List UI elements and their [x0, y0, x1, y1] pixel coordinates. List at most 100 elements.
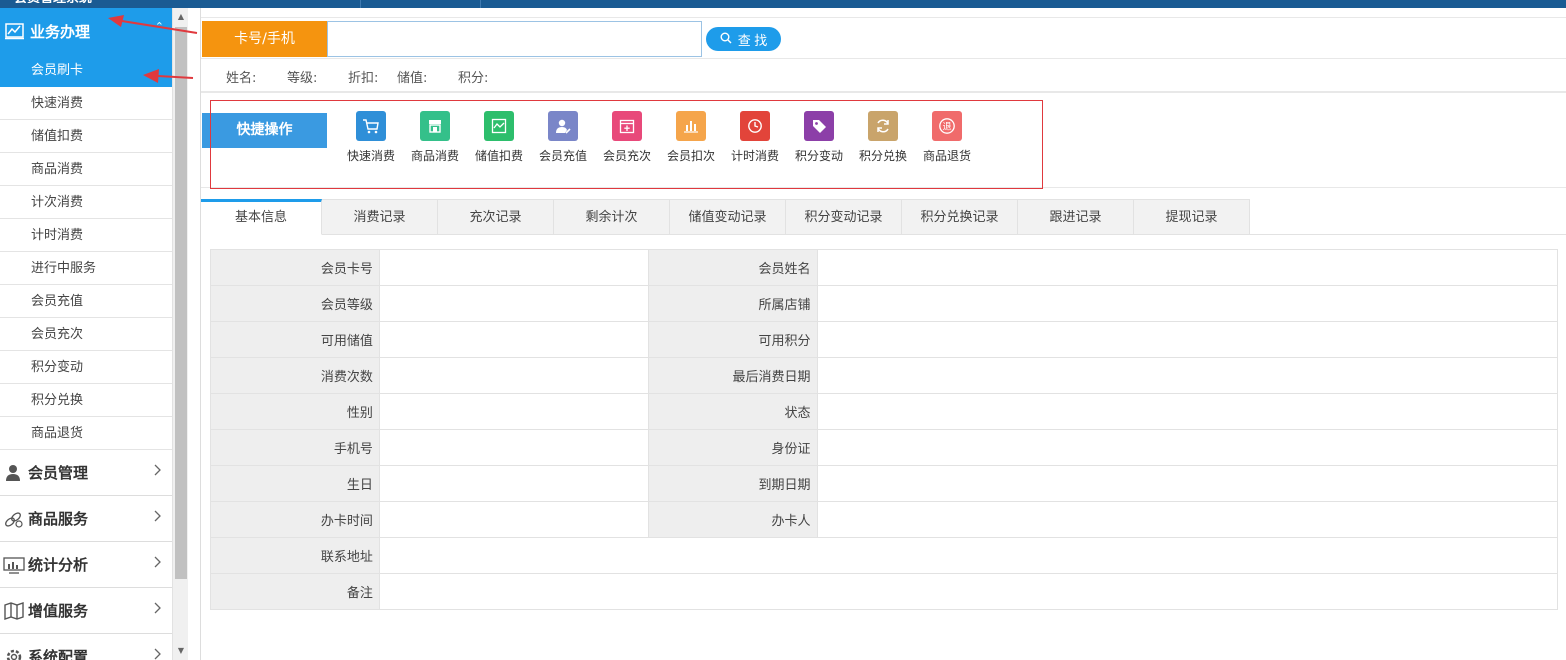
sidebar-section-label: 增值服务: [28, 602, 89, 620]
quick-op-label: 快速消费: [346, 149, 395, 163]
sidebar-section-label: 系统配置: [28, 648, 89, 660]
top-strip: 会员管理系统: [0, 0, 1566, 8]
refresh-icon: [868, 111, 898, 141]
table-row: 办卡时间 办卡人: [210, 501, 1559, 538]
scroll-up-arrow-icon[interactable]: ▲: [173, 10, 189, 24]
sidebar-section-label: 商品服务: [28, 510, 89, 528]
quick-op-points-change[interactable]: 积分变动: [789, 111, 849, 164]
field-value: [816, 321, 1559, 358]
sidebar-item-ongoing-service[interactable]: 进行中服务: [0, 252, 172, 285]
sidebar-item-stored-deduct[interactable]: 储值扣费: [0, 120, 172, 153]
quick-op-timed-consume[interactable]: 计时消费: [725, 111, 785, 164]
quick-op-label: 积分兑换: [858, 149, 907, 163]
sidebar-item-member-recharge[interactable]: 会员充值: [0, 285, 172, 318]
sidebar-item-label: 商品退货: [31, 426, 84, 441]
sidebar-item-points-exchange[interactable]: 积分兑换: [0, 384, 172, 417]
sidebar-item-member-swipe[interactable]: 会员刷卡: [0, 54, 172, 87]
sidebar-item-label: 积分兑换: [31, 393, 84, 408]
sidebar-scrollbar[interactable]: ▲ ▼: [172, 8, 188, 660]
trend-chart-icon: [0, 22, 30, 40]
quick-op-fast-consume[interactable]: 快速消费: [341, 111, 401, 164]
quick-op-goods-consume[interactable]: 商品消费: [405, 111, 465, 164]
field-value: [378, 393, 649, 430]
quick-operations-panel: 快捷操作 快速消费 商品消费 储值扣费 会员充值 会员充次 会员扣次 计时消费 …: [201, 92, 1566, 189]
quick-op-goods-return[interactable]: 退 商品退货: [917, 111, 977, 164]
gear-icon: [0, 648, 28, 660]
sidebar-section-goods-service[interactable]: 商品服务: [0, 496, 172, 542]
field-label: 会员卡号: [210, 249, 380, 286]
field-value: [378, 501, 649, 538]
nav-header-business[interactable]: 业务办理 ⌃: [0, 8, 172, 54]
quick-op-points-exchange[interactable]: 积分兑换: [853, 111, 913, 164]
search-bar: 卡号/手机 查 找: [201, 17, 1566, 59]
table-row: 备注: [210, 573, 1559, 610]
field-value: [378, 249, 649, 286]
tab-follow-up-records[interactable]: 跟进记录: [1018, 199, 1134, 235]
tab-stored-value-records[interactable]: 储值变动记录: [670, 199, 786, 235]
tab-withdraw-records[interactable]: 提现记录: [1134, 199, 1250, 235]
tab-points-exchange-records[interactable]: 积分兑换记录: [902, 199, 1018, 235]
sidebar-section-member-manage[interactable]: 会员管理: [0, 450, 172, 496]
collapse-caret-icon[interactable]: ⌃: [155, 20, 164, 33]
member-points-label: 积分:: [458, 71, 489, 86]
tab-recharge-count-records[interactable]: 充次记录: [438, 199, 554, 235]
chevron-right-icon: [154, 648, 162, 660]
quick-op-label: 会员扣次: [666, 149, 715, 163]
monitor-chart-icon: [0, 556, 28, 574]
quick-op-stored-deduct[interactable]: 储值扣费: [469, 111, 529, 164]
map-icon: [0, 601, 28, 620]
svg-text:退: 退: [942, 122, 951, 133]
sidebar-item-goods-return[interactable]: 商品退货: [0, 417, 172, 450]
field-label: 所属店铺: [647, 285, 818, 322]
search-button-label: 查 找: [737, 32, 768, 48]
tab-consume-records[interactable]: 消费记录: [322, 199, 438, 235]
sidebar-item-quick-consume[interactable]: 快速消费: [0, 87, 172, 120]
table-row: 会员等级 所属店铺: [210, 285, 1559, 322]
field-label: 最后消费日期: [647, 357, 818, 394]
cart-icon: [356, 111, 386, 141]
quick-op-member-recharge-count[interactable]: 会员充次: [597, 111, 657, 164]
card-phone-input[interactable]: [327, 21, 702, 57]
quick-op-member-recharge[interactable]: 会员充值: [533, 111, 593, 164]
table-row: 会员卡号 会员姓名: [210, 249, 1559, 286]
sidebar-item-goods-consume[interactable]: 商品消费: [0, 153, 172, 186]
member-level-label: 等级:: [287, 71, 318, 86]
member-stored-value-label: 储值:: [397, 71, 428, 86]
search-button[interactable]: 查 找: [706, 27, 781, 51]
member-name-label: 姓名:: [226, 71, 257, 86]
field-value: [378, 357, 649, 394]
sidebar-item-count-consume[interactable]: 计次消费: [0, 186, 172, 219]
scroll-down-arrow-icon[interactable]: ▼: [173, 644, 189, 658]
field-label: 可用储值: [210, 321, 380, 358]
tab-basic-info[interactable]: 基本信息: [201, 199, 322, 235]
sidebar-item-label: 计时消费: [31, 228, 84, 243]
table-row: 可用储值 可用积分: [210, 321, 1559, 358]
field-label: 办卡人: [647, 501, 818, 538]
sidebar-item-points-change[interactable]: 积分变动: [0, 351, 172, 384]
sidebar-item-member-recharge-count[interactable]: 会员充次: [0, 318, 172, 351]
main-content: 卡号/手机 查 找 姓名: 等级: 折扣: 储值: 积分: 快捷操作 快速消费 …: [200, 8, 1566, 660]
quick-op-label: 会员充次: [602, 149, 651, 163]
quick-op-member-deduct-count[interactable]: 会员扣次: [661, 111, 721, 164]
field-value: [816, 285, 1559, 322]
tab-remaining-counts[interactable]: 剩余计次: [554, 199, 670, 235]
scrollbar-thumb[interactable]: [175, 27, 187, 579]
sidebar-section-statistics[interactable]: 统计分析: [0, 542, 172, 588]
field-value: [816, 501, 1559, 538]
sidebar-item-label: 储值扣费: [31, 129, 84, 144]
bar-chart-icon: [676, 111, 706, 141]
table-row: 手机号 身份证: [210, 429, 1559, 466]
tab-points-change-records[interactable]: 积分变动记录: [786, 199, 902, 235]
top-strip-divider: [480, 0, 481, 8]
sidebar-item-timed-consume[interactable]: 计时消费: [0, 219, 172, 252]
sidebar-section-value-added[interactable]: 增值服务: [0, 588, 172, 634]
field-label: 联系地址: [210, 537, 380, 574]
sidebar: 业务办理 ⌃ 会员刷卡 快速消费 储值扣费 商品消费 计次消费 计时消费 进行中…: [0, 8, 172, 660]
chevron-right-icon: [154, 510, 162, 526]
sidebar-section-system-config[interactable]: 系统配置: [0, 634, 172, 660]
member-discount-label: 折扣:: [348, 71, 379, 86]
field-value: [378, 537, 1559, 574]
chevron-right-icon: [154, 464, 162, 480]
field-label: 会员姓名: [647, 249, 818, 286]
top-strip-cut-title: 会员管理系统: [14, 0, 144, 3]
